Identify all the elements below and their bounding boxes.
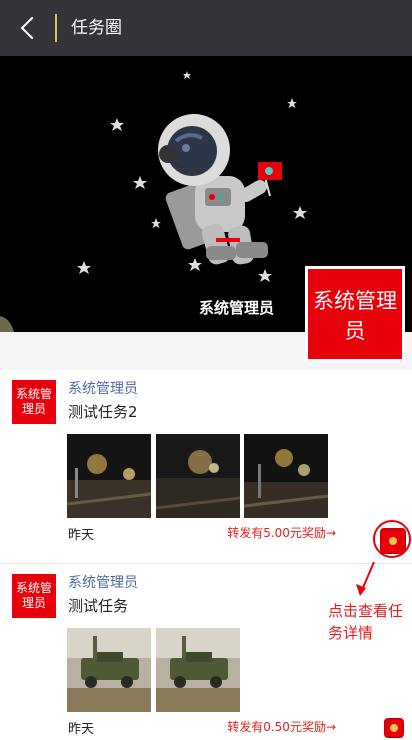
post-image[interactable] [156,434,240,518]
post-time: 昨天 [68,722,95,737]
red-packet-icon[interactable] [384,718,404,738]
profile-avatar[interactable]: 系统管理员 [305,266,405,362]
post-author[interactable]: 系统管理员 [68,572,138,592]
top-bar: 任务圈 [0,0,412,56]
post-avatar[interactable]: 系统管理员 [12,380,56,424]
annotation-text: 点击查看任务详情 [328,602,404,642]
post-image[interactable] [156,628,240,712]
post-image[interactable] [67,628,151,712]
header-divider [55,14,57,42]
post-image[interactable] [67,434,151,518]
post-time: 昨天 [68,528,95,543]
task-post[interactable]: 系统管理员 系统管理员 测试任务 昨天 转发有0.50元奖励→ [0,564,412,740]
post-author[interactable]: 系统管理员 [68,378,138,398]
highlight-circle [373,520,411,558]
post-avatar[interactable]: 系统管理员 [12,574,56,618]
back-button[interactable] [14,12,46,44]
post-title[interactable]: 测试任务 [68,595,128,616]
post-image[interactable] [244,434,328,518]
reward-link[interactable]: 转发有5.00元奖励→ [227,524,336,541]
task-post[interactable]: 系统管理员 系统管理员 测试任务2 昨天 转发有5.00元奖励→ [0,370,412,564]
page-title: 任务圈 [71,18,122,38]
banner-user-name: 系统管理员 [199,299,275,317]
task-circle-page: 任务圈 系统管理员 系统管理员 系统管理员 系统管理员 测试任务2 昨天 转发有… [0,0,412,740]
post-title[interactable]: 测试任务2 [68,401,138,422]
reward-link[interactable]: 转发有0.50元奖励→ [227,718,336,735]
